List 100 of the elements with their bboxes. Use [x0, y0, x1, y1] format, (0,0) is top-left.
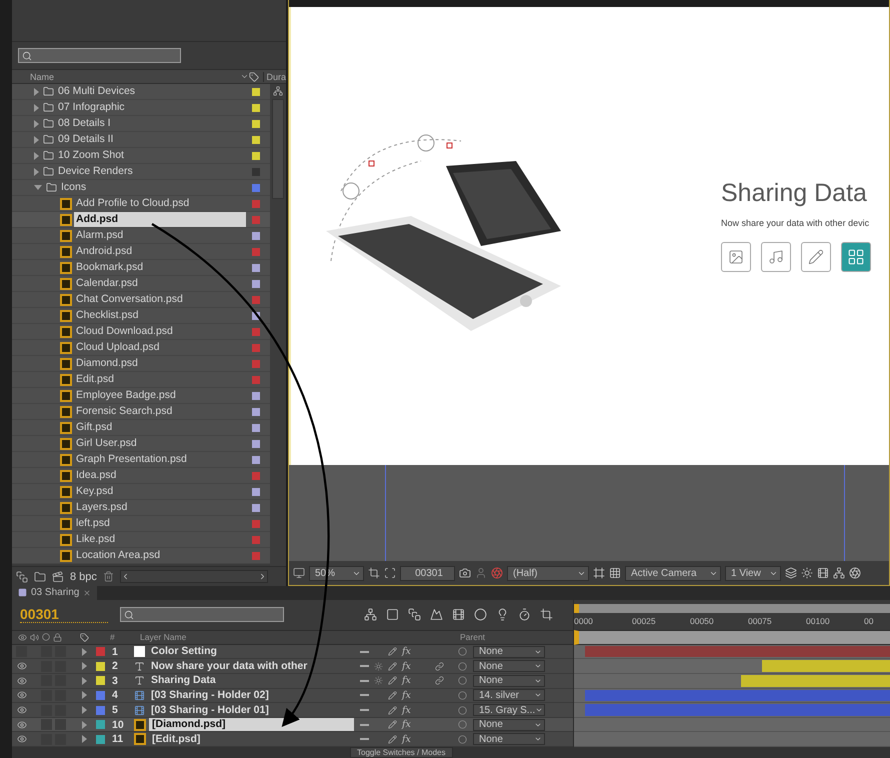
label-swatch[interactable]	[96, 734, 105, 744]
layer-name[interactable]: Sharing Data	[148, 674, 354, 688]
layer-duration-bar[interactable]	[762, 660, 890, 672]
trash-icon[interactable]	[102, 571, 114, 582]
visibility-toggle[interactable]	[16, 675, 27, 686]
label-swatch[interactable]	[96, 676, 105, 686]
sun-icon	[374, 676, 383, 686]
image-icon	[721, 242, 751, 272]
label-swatch[interactable]	[252, 552, 260, 560]
layer-name[interactable]: [03 Sharing - Holder 02]	[148, 688, 354, 702]
pen-icon	[388, 662, 397, 671]
transparency-grid-icon[interactable]	[609, 567, 621, 579]
layer-name[interactable]: [03 Sharing - Holder 01]	[148, 704, 354, 717]
label-swatch[interactable]	[252, 296, 260, 304]
label-swatch[interactable]	[252, 168, 260, 176]
parent-dropdown[interactable]: None	[473, 733, 545, 746]
label-swatch[interactable]	[96, 706, 105, 715]
folder-icon	[43, 166, 54, 177]
label-swatch[interactable]	[252, 120, 260, 128]
work-area-bar[interactable]	[574, 630, 890, 645]
layers-icon[interactable]	[785, 567, 797, 579]
toggle-switches-button[interactable]: Toggle Switches / Modes	[350, 747, 452, 758]
lock-cell[interactable]	[55, 719, 66, 730]
current-time[interactable]: 00301	[20, 606, 108, 624]
label-swatch[interactable]	[96, 647, 105, 656]
parent-dropdown[interactable]: 15. Gray S...	[473, 704, 545, 716]
layer-name[interactable]: [Diamond.psd]	[149, 718, 354, 732]
label-swatch[interactable]	[252, 280, 260, 288]
label-swatch[interactable]	[252, 184, 260, 192]
image-file-icon	[60, 390, 72, 402]
new-folder-icon[interactable]	[34, 570, 46, 582]
search-icon	[22, 50, 32, 60]
label-swatch[interactable]	[252, 248, 260, 256]
label-swatch[interactable]	[252, 456, 260, 464]
monitor-icon[interactable]	[293, 567, 305, 579]
label-swatch[interactable]	[252, 472, 260, 480]
label-swatch[interactable]	[252, 536, 260, 544]
view-layout-dropdown[interactable]: 1 View	[725, 566, 781, 580]
camera-dropdown[interactable]: Active Camera	[625, 566, 721, 580]
label-swatch[interactable]	[252, 344, 260, 352]
solo-cell[interactable]	[41, 719, 52, 730]
color-channels-icon[interactable]	[491, 567, 503, 579]
visibility-toggle[interactable]	[16, 704, 27, 716]
mini-flowchart-icon[interactable]	[364, 608, 377, 622]
label-swatch[interactable]	[252, 376, 260, 384]
visibility-toggle[interactable]	[16, 646, 27, 658]
layer-name[interactable]: [Edit.psd]	[149, 732, 354, 746]
visibility-toggle[interactable]	[16, 734, 27, 745]
search-field[interactable]	[120, 607, 284, 622]
time-navigator[interactable]	[574, 604, 890, 613]
search-field[interactable]	[18, 48, 181, 63]
resolution-dropdown[interactable]: (Half)	[507, 566, 589, 580]
solo-cell[interactable]	[41, 646, 52, 658]
label-swatch[interactable]	[252, 392, 260, 400]
label-swatch[interactable]	[252, 104, 260, 112]
parent-dropdown[interactable]: None	[473, 660, 545, 672]
parent-dropdown[interactable]: None	[473, 646, 545, 658]
composition-tab[interactable]: 03 Sharing	[12, 586, 98, 600]
layer-name[interactable]: Color Setting	[148, 645, 354, 658]
label-swatch[interactable]	[252, 216, 260, 224]
project-item[interactable]: Add.psd	[74, 212, 246, 227]
close-icon[interactable]	[83, 588, 92, 597]
parent-dropdown[interactable]: 14. silver	[473, 689, 545, 702]
parent-dropdown[interactable]: None	[473, 718, 545, 731]
label-swatch[interactable]	[96, 690, 105, 700]
layer-name[interactable]: Now share your data with other	[148, 660, 354, 673]
new-composition-icon[interactable]	[52, 570, 64, 582]
person-icon[interactable]	[475, 567, 487, 579]
effects-label: fx	[402, 660, 411, 672]
visibility-toggle[interactable]	[16, 660, 27, 672]
camera-icon[interactable]	[459, 567, 471, 579]
label-swatch[interactable]	[252, 408, 260, 416]
label-swatch[interactable]	[252, 360, 260, 368]
disclosure-triangle[interactable]	[34, 185, 42, 190]
column-header[interactable]: Name	[30, 72, 240, 82]
flowchart-icon[interactable]	[833, 567, 845, 579]
label-swatch[interactable]	[252, 136, 260, 144]
column-header[interactable]: Dura	[263, 72, 286, 82]
parent-dropdown[interactable]: None	[473, 674, 545, 687]
horizontal-scrollbar[interactable]	[120, 570, 268, 583]
label-swatch[interactable]	[252, 488, 260, 496]
label-swatch[interactable]	[252, 152, 260, 160]
label-swatch[interactable]	[252, 328, 260, 336]
bit-depth-label[interactable]: 8 bpc	[70, 570, 97, 582]
label-swatch[interactable]	[252, 440, 260, 448]
label-swatch[interactable]	[252, 88, 260, 96]
label-swatch[interactable]	[252, 264, 260, 272]
label-swatch[interactable]	[252, 520, 260, 528]
timer-icon[interactable]	[518, 608, 531, 622]
label-swatch[interactable]	[96, 720, 105, 730]
label-swatch[interactable]	[96, 662, 105, 671]
label-swatch[interactable]	[252, 504, 260, 512]
image-file-icon	[60, 518, 72, 530]
label-swatch[interactable]	[252, 424, 260, 432]
label-swatch[interactable]	[252, 200, 260, 208]
visibility-toggle[interactable]	[16, 719, 27, 730]
visibility-toggle[interactable]	[16, 690, 27, 701]
time-field[interactable]: 00301	[400, 566, 455, 580]
label-swatch[interactable]	[252, 232, 260, 240]
lock-cell[interactable]	[55, 646, 66, 658]
